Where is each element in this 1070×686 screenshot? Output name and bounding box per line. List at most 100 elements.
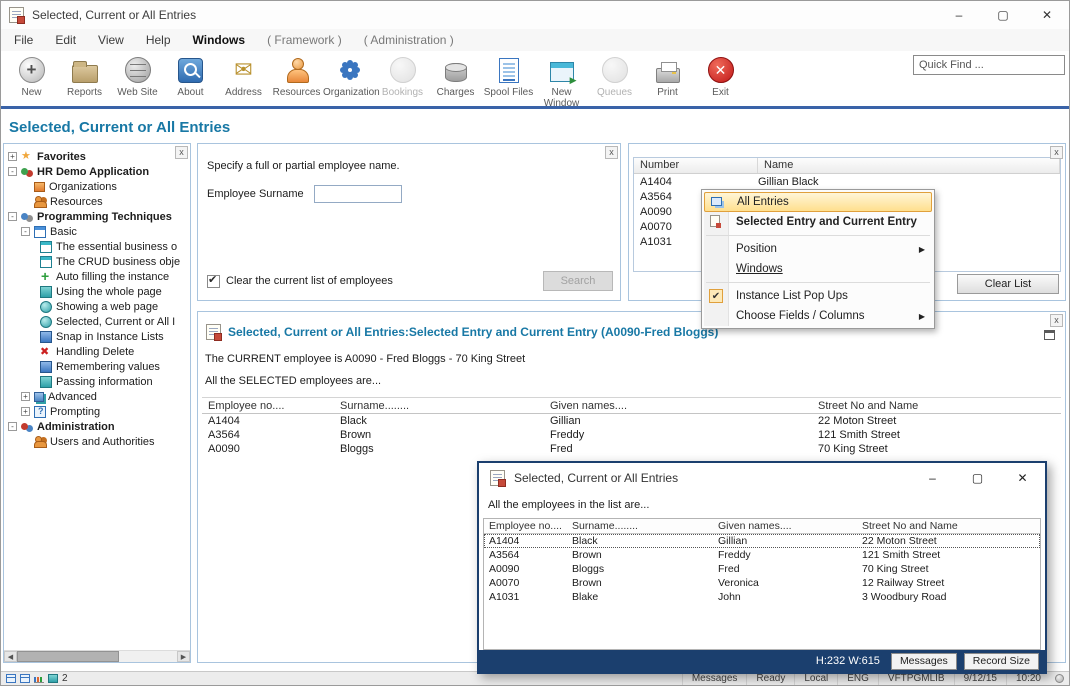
- clear-list-checkbox[interactable]: ✔: [207, 275, 220, 288]
- tree-item-auto-filling[interactable]: Auto filling the instance: [4, 269, 188, 284]
- context-menu-item-instance-list-popups[interactable]: ✔Instance List Pop Ups: [704, 286, 932, 306]
- column-header-street[interactable]: Street No and Name: [862, 520, 1040, 532]
- table-row[interactable]: A1031BlakeJohn3 Woodbury Road: [484, 590, 1040, 604]
- scrollbar-thumb[interactable]: [17, 651, 119, 662]
- tree-item-basic[interactable]: -Basic: [4, 224, 188, 239]
- tree-item-administration[interactable]: -Administration: [4, 419, 188, 434]
- popup-minimize-button[interactable]: –: [910, 471, 955, 485]
- table-row[interactable]: A0090BloggsFred70 King Street: [202, 442, 1061, 456]
- scroll-right-icon[interactable]: ▶: [177, 651, 190, 662]
- toolbar-button-address[interactable]: Address: [217, 54, 270, 106]
- table-row[interactable]: A1404BlackGillian22 Moton Street: [202, 414, 1061, 428]
- restore-icon[interactable]: [1044, 330, 1055, 340]
- menu-edit[interactable]: Edit: [44, 33, 87, 47]
- tree-item-hr-demo-application[interactable]: -HR Demo Application: [4, 164, 188, 179]
- list-row[interactable]: A1404Gillian Black: [634, 174, 1060, 189]
- menu-windows[interactable]: Windows: [182, 33, 257, 47]
- close-button[interactable]: ✕: [1025, 1, 1069, 29]
- popup-intro-text: All the employees in the list are...: [488, 499, 649, 511]
- popup-maximize-button[interactable]: ▢: [955, 471, 1000, 485]
- toolbar-button-charges[interactable]: Charges: [429, 54, 482, 106]
- context-menu-item-windows[interactable]: Windows: [704, 259, 932, 279]
- tree-item-selected-current-all[interactable]: Selected, Current or All I: [4, 314, 188, 329]
- toolbar-button-new-window[interactable]: New Window: [535, 54, 588, 106]
- toolbar-button-about[interactable]: About: [164, 54, 217, 106]
- tree-item-users-authorities[interactable]: Users and Authorities: [4, 434, 188, 449]
- tree-item-whole-page[interactable]: Using the whole page: [4, 284, 188, 299]
- toolbar-button-bookings[interactable]: Bookings: [376, 54, 429, 106]
- column-header-surname[interactable]: Surname........: [340, 400, 550, 412]
- toolbar-button-queues[interactable]: Queues: [588, 54, 641, 106]
- menu-file[interactable]: File: [3, 33, 44, 47]
- quick-find-input[interactable]: [913, 55, 1065, 75]
- tree-item-favorites[interactable]: +Favorites: [4, 149, 188, 164]
- menu-view[interactable]: View: [87, 33, 135, 47]
- detail-panel-close-icon[interactable]: x: [1050, 314, 1063, 327]
- toolbar-button-organization[interactable]: Organization: [323, 54, 376, 106]
- column-header-given-names[interactable]: Given names....: [550, 400, 818, 412]
- toolbar-button-print[interactable]: Print: [641, 54, 694, 106]
- clear-list-button[interactable]: Clear List: [957, 274, 1059, 294]
- popup-close-button[interactable]: ✕: [1000, 471, 1045, 485]
- tree-item-handling-delete[interactable]: Handling Delete: [4, 344, 188, 359]
- minimize-button[interactable]: –: [937, 1, 981, 29]
- globe-icon: [40, 301, 52, 313]
- table-row[interactable]: A0090BloggsFred70 King Street: [484, 562, 1040, 576]
- tree-item-prompting[interactable]: +Prompting: [4, 404, 188, 419]
- column-header-employee-no[interactable]: Employee no....: [484, 520, 572, 532]
- tree-item-crud-business[interactable]: The CRUD business obje: [4, 254, 188, 269]
- column-header-employee-no[interactable]: Employee no....: [202, 400, 340, 412]
- scroll-left-icon[interactable]: ◀: [4, 651, 17, 662]
- search-button[interactable]: Search: [543, 271, 613, 291]
- toolbar-button-reports[interactable]: Reports: [58, 54, 111, 106]
- column-header-given-names[interactable]: Given names....: [718, 520, 862, 532]
- toolbar-button-exit[interactable]: Exit: [694, 54, 747, 106]
- record-size-button[interactable]: Record Size: [964, 653, 1039, 670]
- search-panel-close-icon[interactable]: x: [605, 146, 618, 159]
- toolbar-button-new[interactable]: New: [5, 54, 58, 106]
- tree-item-resources[interactable]: Resources: [4, 194, 188, 209]
- tree-item-snap-instance-lists[interactable]: Snap in Instance Lists: [4, 329, 188, 344]
- employee-surname-input[interactable]: [314, 185, 402, 203]
- context-menu-item-all-entries[interactable]: All Entries: [704, 192, 932, 212]
- expander-icon[interactable]: +: [21, 392, 30, 401]
- menu-help[interactable]: Help: [135, 33, 182, 47]
- expander-icon[interactable]: -: [8, 212, 17, 221]
- app-icon: [9, 7, 24, 23]
- menu-framework[interactable]: ( Framework ): [256, 33, 353, 47]
- document-icon: [499, 58, 519, 83]
- toolbar-button-resources[interactable]: Resources: [270, 54, 323, 106]
- tree-item-remembering-values[interactable]: Remembering values: [4, 359, 188, 374]
- toolbar-button-website[interactable]: Web Site: [111, 54, 164, 106]
- context-menu-item-position[interactable]: Position▶: [704, 239, 932, 259]
- menu-administration[interactable]: ( Administration ): [353, 33, 465, 47]
- messages-button[interactable]: Messages: [891, 653, 957, 670]
- expander-icon[interactable]: -: [8, 422, 17, 431]
- table-row[interactable]: A0070BrownVeronica12 Railway Street: [484, 576, 1040, 590]
- column-header-name[interactable]: Name: [758, 158, 1060, 173]
- tree-item-essential-business[interactable]: The essential business o: [4, 239, 188, 254]
- maximize-button[interactable]: ▢: [981, 1, 1025, 29]
- table-row[interactable]: A3564BrownFreddy121 Smith Street: [202, 428, 1061, 442]
- context-menu-item-selected-entry[interactable]: Selected Entry and Current Entry: [704, 212, 932, 232]
- expander-icon[interactable]: -: [21, 227, 30, 236]
- selected-employees-table: Employee no.... Surname........ Given na…: [202, 397, 1061, 456]
- new-icon: [19, 57, 45, 83]
- column-header-surname[interactable]: Surname........: [572, 520, 718, 532]
- context-menu-item-choose-fields[interactable]: Choose Fields / Columns▶: [704, 306, 932, 326]
- tree-item-programming-techniques[interactable]: -Programming Techniques: [4, 209, 188, 224]
- expander-icon[interactable]: +: [8, 152, 17, 161]
- tree-item-organizations[interactable]: Organizations: [4, 179, 188, 194]
- expander-icon[interactable]: +: [21, 407, 30, 416]
- column-header-number[interactable]: Number: [634, 158, 758, 173]
- tree-item-passing-information[interactable]: Passing information: [4, 374, 188, 389]
- column-header-street[interactable]: Street No and Name: [818, 400, 1061, 412]
- tree-panel-close-icon[interactable]: x: [175, 146, 188, 159]
- tree-item-advanced[interactable]: +Advanced: [4, 389, 188, 404]
- toolbar-button-spool-files[interactable]: Spool Files: [482, 54, 535, 106]
- table-row-selected[interactable]: A1404BlackGillian22 Moton Street: [484, 534, 1040, 548]
- list-panel-close-icon[interactable]: x: [1050, 146, 1063, 159]
- table-row[interactable]: A3564BrownFreddy121 Smith Street: [484, 548, 1040, 562]
- tree-item-web-page[interactable]: Showing a web page: [4, 299, 188, 314]
- expander-icon[interactable]: -: [8, 167, 17, 176]
